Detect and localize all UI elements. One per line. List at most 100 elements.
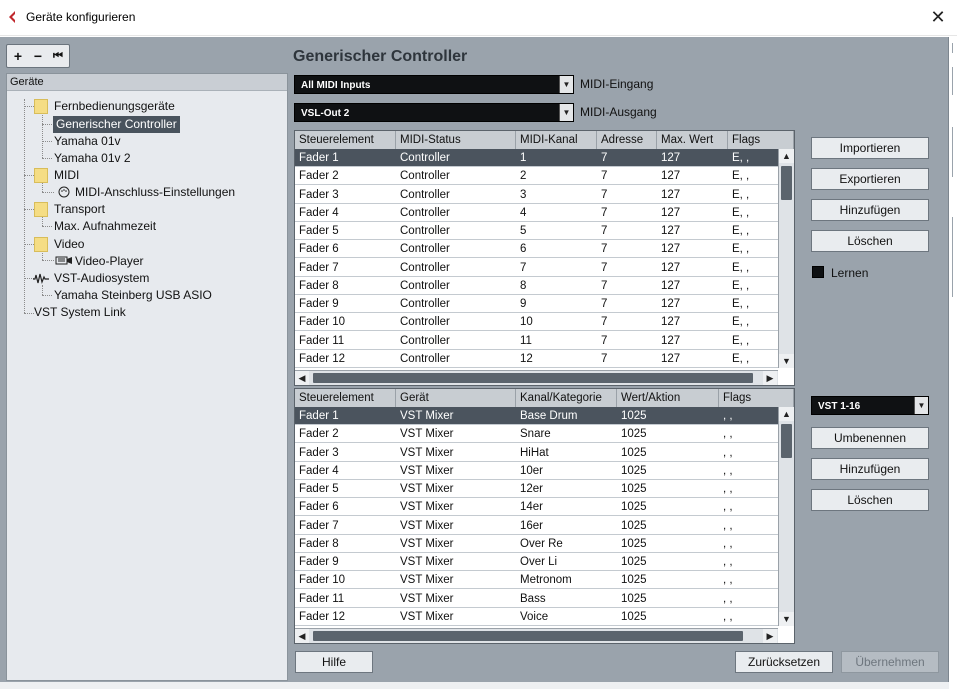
table-cell[interactable]: Fader 9	[295, 553, 396, 571]
tree-item-midi-anschluss[interactable]: MIDI-Anschluss-Einstellungen	[75, 184, 235, 201]
scroll-thumb[interactable]	[313, 631, 743, 641]
chevron-down-icon[interactable]: ▼	[559, 76, 573, 93]
table-cell[interactable]: 7	[597, 277, 657, 295]
table-cell[interactable]: Fader 11	[295, 590, 396, 608]
midi-input-select[interactable]: All MIDI Inputs ▼	[294, 75, 574, 94]
table-cell[interactable]: 11	[516, 332, 597, 350]
table-cell[interactable]: 1	[516, 149, 597, 167]
chevron-down-icon[interactable]: ▼	[559, 104, 573, 121]
table-cell[interactable]: 1025	[617, 590, 719, 608]
table-row[interactable]: Fader 2 Controller 2 7 127 E, ,	[295, 167, 778, 186]
help-button[interactable]: Hilfe	[295, 651, 373, 673]
table-row[interactable]: Fader 5 VST Mixer 12er 1025, ,	[295, 480, 778, 498]
scroll-right-icon[interactable]: ▶	[763, 371, 777, 385]
table-cell[interactable]: VST Mixer	[396, 553, 516, 571]
table-cell[interactable]: 1025	[617, 407, 719, 425]
table-row[interactable]: Fader 10 Controller 10 7 127 E, ,	[295, 313, 778, 332]
table-row[interactable]: Fader 4 Controller 4 7 127 E, ,	[295, 203, 778, 222]
table-cell[interactable]: 127	[657, 167, 728, 185]
table-row[interactable]: Fader 11 VST Mixer Bass 1025, ,	[295, 589, 778, 608]
table-cell[interactable]: Controller	[396, 332, 516, 350]
table-cell[interactable]: 1025	[617, 571, 719, 589]
table-cell[interactable]: Fader 4	[295, 204, 396, 222]
table-cell[interactable]: 4	[516, 204, 597, 222]
table-cell[interactable]: 12	[516, 350, 597, 368]
tree-item-midi[interactable]: MIDI	[54, 167, 79, 184]
scroll-thumb[interactable]	[313, 373, 753, 383]
table-row[interactable]: Fader 2 VST Mixer Snare 1025, ,	[295, 425, 778, 444]
column-header[interactable]: MIDI-Status	[396, 131, 516, 149]
table-cell[interactable]: Controller	[396, 240, 516, 258]
table-cell[interactable]: Snare	[516, 425, 617, 443]
table-cell[interactable]: 127	[657, 186, 728, 204]
table-cell[interactable]: Fader 2	[295, 425, 396, 443]
table-row[interactable]: Fader 12 Controller 12 7 127 E, ,	[295, 349, 778, 368]
table-cell[interactable]: 1025	[617, 608, 719, 626]
table-cell[interactable]: 1025	[617, 535, 719, 553]
table-cell[interactable]: VST Mixer	[396, 535, 516, 553]
table-cell[interactable]: 127	[657, 350, 728, 368]
table-cell[interactable]: Fader 12	[295, 350, 396, 368]
table-cell[interactable]: Fader 3	[295, 444, 396, 462]
table-cell[interactable]: Fader 6	[295, 498, 396, 516]
table-cell[interactable]: 127	[657, 295, 728, 313]
table-cell[interactable]: VST Mixer	[396, 425, 516, 443]
table-cell[interactable]: Fader 1	[295, 149, 396, 167]
tree-item-vst-audiosystem[interactable]: VST-Audiosystem	[54, 270, 149, 287]
table-cell[interactable]: 7	[597, 240, 657, 258]
table-cell[interactable]: Fader 1	[295, 407, 396, 425]
table-cell[interactable]: 1025	[617, 444, 719, 462]
table-cell[interactable]: 9	[516, 295, 597, 313]
table-cell[interactable]: 7	[597, 350, 657, 368]
horizontal-scrollbar[interactable]: ◀ ▶	[295, 370, 778, 385]
table-cell[interactable]: Bass	[516, 590, 617, 608]
midi-output-select[interactable]: VSL-Out 2 ▼	[294, 103, 574, 122]
table-cell[interactable]: Fader 4	[295, 462, 396, 480]
table-cell[interactable]: Fader 6	[295, 240, 396, 258]
table-cell[interactable]: VST Mixer	[396, 462, 516, 480]
table-cell[interactable]: VST Mixer	[396, 480, 516, 498]
table-cell[interactable]: Voice	[516, 608, 617, 626]
add-device-button[interactable]: +	[9, 47, 27, 65]
column-header[interactable]: Flags	[728, 131, 794, 149]
delete-bank-button[interactable]: Löschen	[811, 489, 929, 511]
scroll-up-icon[interactable]: ▲	[779, 149, 794, 163]
remove-device-button[interactable]: −	[29, 47, 47, 65]
table-cell[interactable]: Fader 12	[295, 608, 396, 626]
learn-checkbox[interactable]	[812, 266, 824, 278]
table-cell[interactable]: 7	[597, 332, 657, 350]
scroll-left-icon[interactable]: ◀	[295, 371, 309, 385]
scroll-down-icon[interactable]: ▼	[779, 354, 794, 368]
tree-item-generischer-controller[interactable]: Generischer Controller	[53, 116, 180, 133]
table-row[interactable]: Fader 6 VST Mixer 14er 1025, ,	[295, 498, 778, 517]
table-row[interactable]: Fader 3 Controller 3 7 127 E, ,	[295, 185, 778, 204]
table-cell[interactable]: 127	[657, 313, 728, 331]
table-cell[interactable]: VST Mixer	[396, 571, 516, 589]
tree-item-transport[interactable]: Transport	[54, 201, 105, 218]
table-cell[interactable]: Controller	[396, 204, 516, 222]
scroll-down-icon[interactable]: ▼	[779, 612, 794, 626]
table-cell[interactable]: Controller	[396, 186, 516, 204]
table-row[interactable]: Fader 4 VST Mixer 10er 1025, ,	[295, 461, 778, 480]
table-cell[interactable]: 1025	[617, 498, 719, 516]
table-cell[interactable]: Fader 9	[295, 295, 396, 313]
table-cell[interactable]: 1025	[617, 480, 719, 498]
tree-item-max-aufnahmezeit[interactable]: Max. Aufnahmezeit	[54, 218, 156, 235]
table-row[interactable]: Fader 3 VST Mixer HiHat 1025, ,	[295, 443, 778, 462]
table-cell[interactable]: 7	[597, 186, 657, 204]
table-cell[interactable]: Controller	[396, 277, 516, 295]
table-cell[interactable]: Controller	[396, 295, 516, 313]
table-cell[interactable]: 127	[657, 277, 728, 295]
scroll-thumb[interactable]	[781, 424, 792, 458]
table-cell[interactable]: Metronom	[516, 571, 617, 589]
table-cell[interactable]: VST Mixer	[396, 517, 516, 535]
export-button[interactable]: Exportieren	[811, 168, 929, 190]
table-cell[interactable]: 3	[516, 186, 597, 204]
column-header[interactable]: Max. Wert	[657, 131, 728, 149]
delete-control-button[interactable]: Löschen	[811, 230, 929, 252]
column-header[interactable]: MIDI-Kanal	[516, 131, 597, 149]
table-cell[interactable]: 16er	[516, 517, 617, 535]
table-cell[interactable]: Controller	[396, 313, 516, 331]
chevron-down-icon[interactable]: ▼	[914, 397, 928, 414]
tree-item-yamaha-steinberg-usb-asio[interactable]: Yamaha Steinberg USB ASIO	[54, 287, 212, 304]
